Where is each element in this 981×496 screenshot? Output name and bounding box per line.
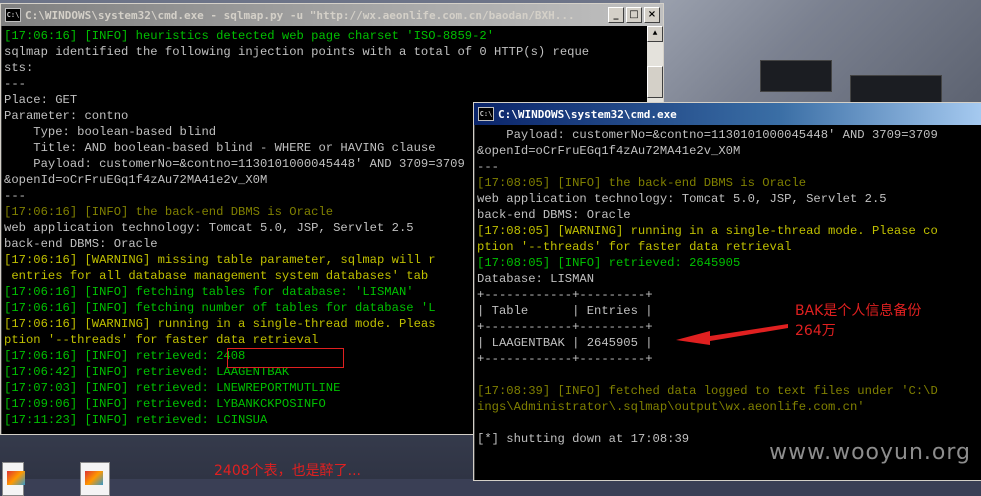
scroll-up-icon[interactable]: ▲ xyxy=(647,26,663,42)
console-line: --- xyxy=(477,160,499,174)
console-line: Payload: customerNo=&contno=113010100004… xyxy=(477,128,938,142)
annotation-arrow-icon xyxy=(676,324,788,345)
console-line: [17:08:05] [INFO] the back-end DBMS is O… xyxy=(477,176,807,190)
console-line: back-end DBMS: Oracle xyxy=(477,208,631,222)
console-line: [17:06:16] [INFO] heuristics detected we… xyxy=(4,29,495,43)
console-line: ings\Administrator\.sqlmap\output\wx.aeo… xyxy=(477,400,865,414)
wallpaper-chip xyxy=(850,75,942,103)
minimize-button[interactable]: _ xyxy=(608,7,624,23)
console-line: ption '--threads' for faster data retrie… xyxy=(477,240,792,254)
annotation-right-note-2: 264万 xyxy=(795,323,836,339)
annotation-left-note: 2408个表，也是醉了... xyxy=(214,463,361,479)
window-title: C:\WINDOWS\system32\cmd.exe - sqlmap.py … xyxy=(25,8,575,22)
console-line: [17:08:05] [INFO] retrieved: 2645905 xyxy=(477,256,741,270)
console-line: [17:08:05] [WARNING] running in a single… xyxy=(477,224,938,238)
maximize-button[interactable]: □ xyxy=(626,7,642,23)
console-line: --- xyxy=(4,77,26,91)
cmd-window-result[interactable]: C:\ C:\WINDOWS\system32\cmd.exe Payload:… xyxy=(473,102,981,481)
close-button[interactable]: × xyxy=(644,7,660,23)
cmd-icon: C:\ xyxy=(5,8,21,22)
title-bar[interactable]: C:\ C:\WINDOWS\system32\cmd.exe - sqlmap… xyxy=(1,4,663,26)
cmd-icon: C:\ xyxy=(478,107,494,121)
highlight-box-2408 xyxy=(227,348,344,368)
desktop-folder-icon[interactable] xyxy=(2,462,25,496)
console-line: +------------+---------+ xyxy=(477,352,653,366)
desktop-file-icon[interactable] xyxy=(80,462,110,496)
title-bar[interactable]: C:\ C:\WINDOWS\system32\cmd.exe xyxy=(474,103,981,125)
window-title: C:\WINDOWS\system32\cmd.exe xyxy=(498,107,677,121)
console-line: sqlmap identified the following injectio… xyxy=(4,45,590,59)
console-line: web application technology: Tomcat 5.0, … xyxy=(477,192,887,206)
console-line: Database: LISMAN xyxy=(477,272,595,286)
wallpaper-chip xyxy=(760,60,832,92)
console-line: sts: xyxy=(4,61,34,75)
wallpaper-photo xyxy=(660,0,981,110)
console-line: [17:08:39] [INFO] fetched data logged to… xyxy=(477,384,938,398)
watermark: www.wooyun.org xyxy=(769,440,971,465)
scroll-thumb[interactable] xyxy=(647,66,663,98)
console-line: &openId=oCrFruEGq1f4zAu72MA41e2v_X0M xyxy=(477,144,741,158)
annotation-right-note-1: BAK是个人信息备份 xyxy=(795,303,922,319)
